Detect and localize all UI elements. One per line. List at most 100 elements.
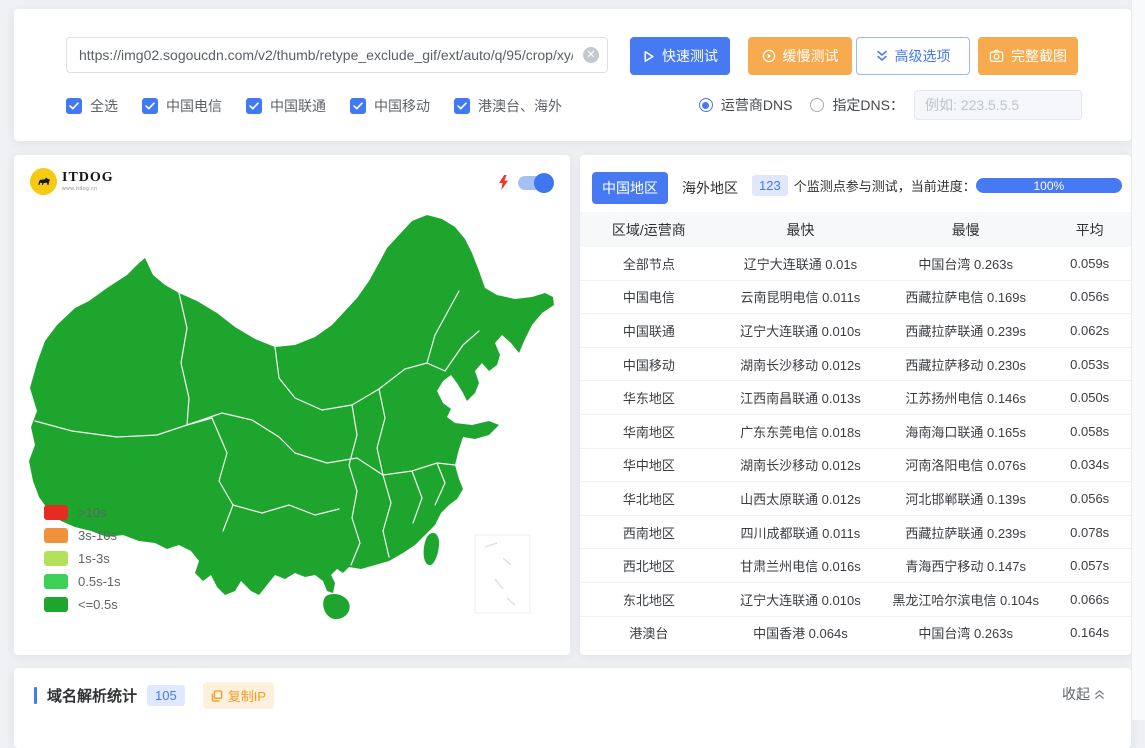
checkbox-china-mobile[interactable]: 中国移动: [350, 96, 430, 116]
legend-item: 0.5s-1s: [44, 574, 121, 589]
header-region: 区域/运营商: [580, 220, 718, 240]
fast-test-label: 快速测试: [662, 46, 718, 66]
collapse-button[interactable]: 收起: [1062, 684, 1105, 704]
speed-toggle-area: [498, 175, 552, 190]
carrier-dns-label: 运营商DNS: [721, 95, 793, 115]
custom-dns-label: 指定DNS：: [832, 95, 904, 115]
advanced-options-label: 高级选项: [895, 46, 951, 66]
fast-test-button[interactable]: 快速测试: [630, 37, 730, 75]
cell-average: 0.062s: [1048, 323, 1131, 338]
progress-label: 个监测点参与测试，当前进度：: [794, 176, 976, 195]
region-tabs: 中国地区 海外地区: [592, 172, 748, 204]
cell-fastest: 辽宁大连联通 0.010s: [718, 590, 883, 609]
cell-slowest: 江苏扬州电信 0.146s: [883, 388, 1048, 407]
table-row: 西北地区 甘肃兰州电信 0.016s 青海西宁移动 0.147s 0.057s: [580, 549, 1131, 583]
hainan-island-shape: [323, 594, 349, 619]
legend-label: 0.5s-1s: [78, 574, 121, 589]
cell-fastest: 江西南昌联通 0.013s: [718, 388, 883, 407]
table-header: 区域/运营商 最快 最慢 平均: [580, 212, 1131, 247]
cell-region: 中国移动: [580, 355, 718, 374]
cell-slowest: 西藏拉萨移动 0.230s: [883, 355, 1048, 374]
map-card: ITDOG www.itdog.cn: [14, 155, 570, 655]
lightning-icon: [498, 175, 509, 190]
cell-region: 东北地区: [580, 590, 718, 609]
cell-fastest: 山西太原联通 0.012s: [718, 489, 883, 508]
table-row: 华中地区 湖南长沙移动 0.012s 河南洛阳电信 0.076s 0.034s: [580, 449, 1131, 483]
checkbox-label: 中国电信: [166, 96, 222, 116]
carrier-dns-radio[interactable]: [699, 98, 713, 112]
cell-fastest: 甘肃兰州电信 0.016s: [718, 556, 883, 575]
legend-label: <=0.5s: [78, 597, 118, 612]
legend-swatch-lightgreen: [44, 551, 68, 566]
toggle-knob: [534, 173, 554, 193]
table-row: 西南地区 四川成都联通 0.011s 西藏拉萨联通 0.239s 0.078s: [580, 516, 1131, 550]
tab-china-region[interactable]: 中国地区: [592, 172, 668, 204]
dns-stats-header: 域名解析统计 105 复制IP: [34, 682, 274, 709]
double-chevron-down-icon: [876, 50, 888, 62]
screenshot-button[interactable]: 完整截图: [978, 37, 1078, 75]
monitor-count-badge: 123: [752, 175, 788, 196]
copy-ip-label: 复制IP: [228, 686, 266, 705]
legend-label: 1s-3s: [78, 551, 110, 566]
cell-region: 中国电信: [580, 287, 718, 306]
cell-slowest: 河北邯郸联通 0.139s: [883, 489, 1048, 508]
cell-fastest: 四川成都联通 0.011s: [718, 523, 883, 542]
cell-average: 0.056s: [1048, 491, 1131, 506]
page-scrollbar[interactable]: [1131, 0, 1145, 720]
table-row: 全部节点 辽宁大连联通 0.01s 中国台湾 0.263s 0.059s: [580, 247, 1131, 281]
south-china-sea-inset: [475, 535, 530, 613]
checkbox-label: 港澳台、海外: [478, 96, 562, 116]
custom-dns-input[interactable]: [914, 90, 1082, 120]
cell-average: 0.057s: [1048, 558, 1131, 573]
checkbox-select-all[interactable]: 全选: [66, 96, 118, 116]
toolbar-card: ✕ 快速测试 缓慢测试 高级选项 完整截图 全选: [14, 9, 1131, 141]
cell-average: 0.053s: [1048, 357, 1131, 372]
cell-average: 0.058s: [1048, 424, 1131, 439]
progress-bar: 100%: [976, 178, 1122, 193]
slow-test-button[interactable]: 缓慢测试: [748, 37, 852, 75]
dns-stats-title: 域名解析统计: [47, 685, 137, 706]
play-icon: [642, 50, 655, 63]
checkbox-checked-icon: [66, 98, 82, 114]
dog-logo-icon: [30, 168, 57, 195]
legend-label: >10s: [78, 505, 107, 520]
legend-item: >10s: [44, 505, 121, 520]
checkbox-china-telecom[interactable]: 中国电信: [142, 96, 222, 116]
checkbox-china-unicom[interactable]: 中国联通: [246, 96, 326, 116]
checkbox-checked-icon: [142, 98, 158, 114]
clear-icon[interactable]: ✕: [583, 47, 599, 63]
url-input[interactable]: [66, 37, 608, 73]
cell-average: 0.164s: [1048, 625, 1131, 640]
checkbox-label: 中国移动: [374, 96, 430, 116]
cell-region: 全部节点: [580, 254, 718, 273]
camera-icon: [989, 49, 1004, 63]
realtime-toggle[interactable]: [518, 176, 552, 190]
dns-option-row: 运营商DNS 指定DNS：: [699, 89, 1082, 121]
copy-ip-button[interactable]: 复制IP: [203, 682, 274, 709]
copy-icon: [211, 690, 223, 702]
cell-slowest: 西藏拉萨联通 0.239s: [883, 523, 1048, 542]
cell-slowest: 黑龙江哈尔滨电信 0.104s: [883, 590, 1048, 609]
progress-value: 100%: [1034, 179, 1065, 193]
results-card: 中国地区 海外地区 123 个监测点参与测试，当前进度： 100% 区域/运营商…: [580, 155, 1131, 655]
cell-fastest: 广东东莞电信 0.018s: [718, 422, 883, 441]
legend-label: 3s-10s: [78, 528, 117, 543]
header-fastest: 最快: [718, 220, 883, 240]
legend-item: <=0.5s: [44, 597, 121, 612]
cell-fastest: 中国香港 0.064s: [718, 623, 883, 642]
legend-swatch-darkgreen: [44, 597, 68, 612]
table-row: 华东地区 江西南昌联通 0.013s 江苏扬州电信 0.146s 0.050s: [580, 381, 1131, 415]
checkbox-hk-mo-tw-overseas[interactable]: 港澳台、海外: [454, 96, 562, 116]
cell-slowest: 中国台湾 0.263s: [883, 254, 1048, 273]
results-table: 区域/运营商 最快 最慢 平均 全部节点 辽宁大连联通 0.01s 中国台湾 0…: [580, 212, 1131, 649]
map-legend: >10s 3s-10s 1s-3s 0.5s-1s <=0.5s: [44, 505, 121, 612]
cell-slowest: 青海西宁移动 0.147s: [883, 556, 1048, 575]
advanced-options-button[interactable]: 高级选项: [856, 37, 970, 75]
checkbox-label: 全选: [90, 96, 118, 116]
tab-overseas-region[interactable]: 海外地区: [672, 172, 748, 204]
cell-region: 西南地区: [580, 523, 718, 542]
cell-fastest: 辽宁大连联通 0.01s: [718, 254, 883, 273]
custom-dns-radio[interactable]: [810, 98, 824, 112]
cell-average: 0.059s: [1048, 256, 1131, 271]
cell-region: 华东地区: [580, 388, 718, 407]
